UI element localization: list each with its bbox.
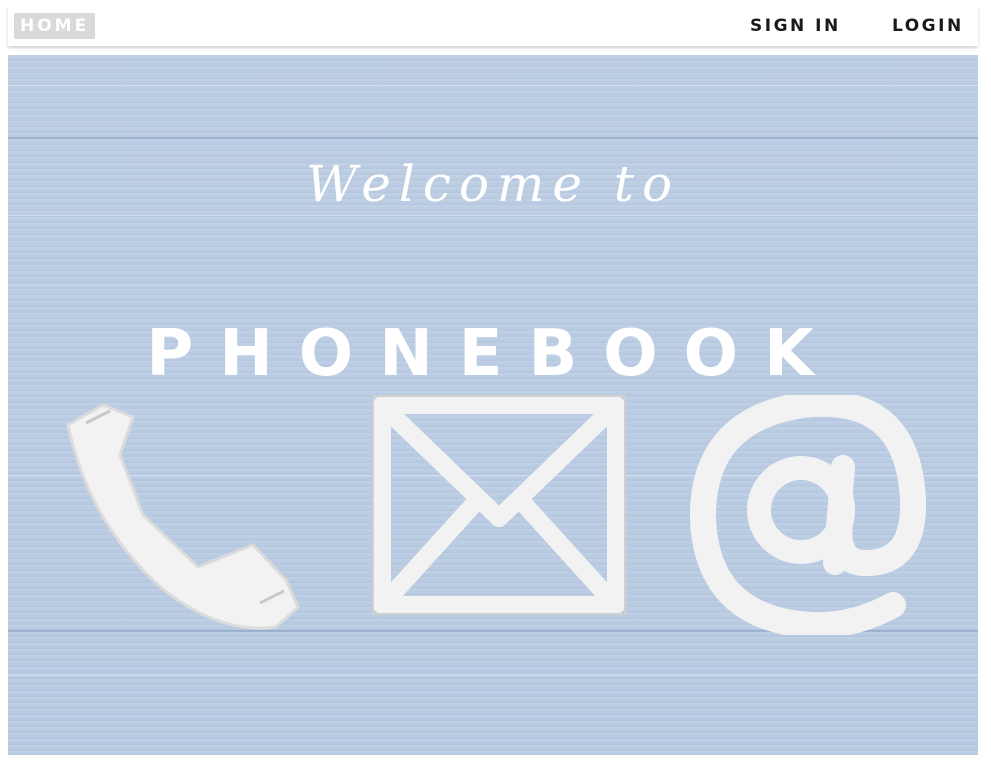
hero-banner: Welcome to PHONEBOOK [8,55,978,755]
wood-grain [8,215,978,216]
wood-grain [8,675,978,676]
wood-grain [8,85,978,86]
plank-seam [8,137,978,139]
wood-grain [8,285,978,286]
phone-icon [48,395,318,635]
at-icon [683,390,948,639]
sign-in-link[interactable]: SIGN IN [750,14,841,38]
top-navbar: HOME SIGN IN LOGIN [8,6,978,46]
home-link[interactable]: HOME [14,13,96,39]
welcome-text: Welcome to [305,155,681,213]
login-link[interactable]: LOGIN [892,14,964,38]
mail-icon [370,393,628,618]
page-title: PHONEBOOK [146,317,840,391]
